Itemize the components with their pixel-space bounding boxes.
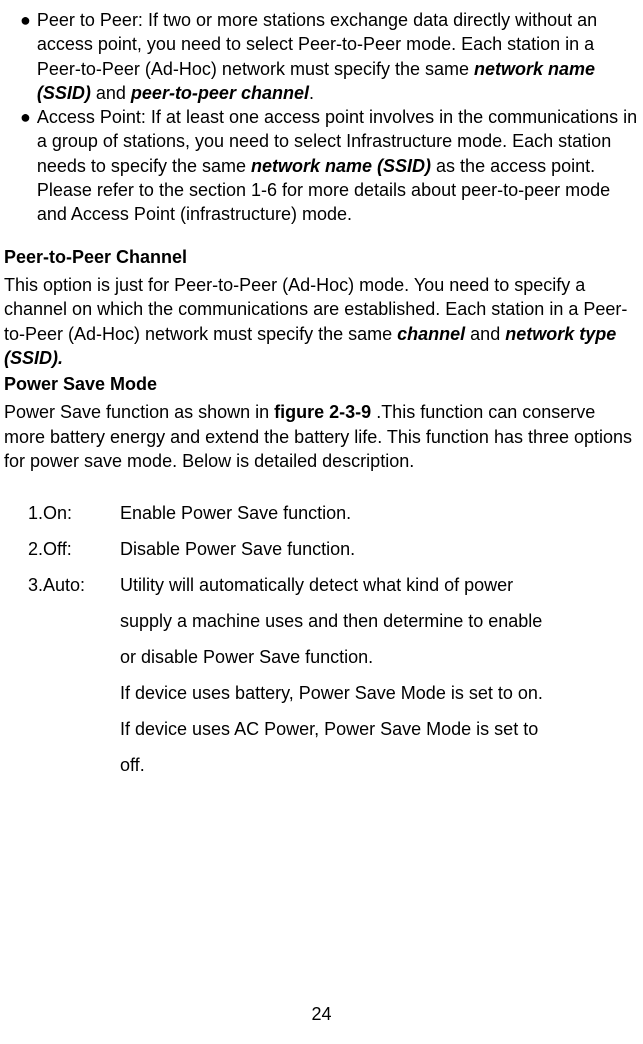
heading-power-save-mode: Power Save Mode (4, 372, 639, 396)
option-auto-line: If device uses AC Power, Power Save Mode… (28, 711, 639, 747)
option-label-empty (28, 639, 120, 675)
option-label-empty (28, 747, 120, 783)
option-auto-line: supply a machine uses and then determine… (28, 603, 639, 639)
paragraph: Power Save function as shown in figure 2… (4, 400, 639, 473)
options-list: 1.On: Enable Power Save function. 2.Off:… (4, 495, 639, 783)
bullet-item-access-point: ● Access Point: If at least one access p… (4, 105, 639, 226)
option-text: or disable Power Save function. (120, 639, 639, 675)
text: and (91, 83, 131, 103)
emphasis-channel: peer-to-peer channel (131, 83, 309, 103)
option-label: 1.On: (28, 495, 120, 531)
emphasis-ssid: network name (SSID) (251, 156, 431, 176)
option-auto-line: If device uses battery, Power Save Mode … (28, 675, 639, 711)
page-number: 24 (0, 1002, 643, 1026)
option-text: Disable Power Save function. (120, 531, 639, 567)
figure-reference: figure 2-3-9 (274, 402, 371, 422)
option-on: 1.On: Enable Power Save function. (28, 495, 639, 531)
option-auto: 3.Auto: Utility will automatically detec… (28, 567, 639, 603)
bullet-dot-icon: ● (20, 105, 31, 226)
emphasis-channel: channel (397, 324, 465, 344)
option-text: off. (120, 747, 639, 783)
option-text: If device uses AC Power, Power Save Mode… (120, 711, 639, 747)
bullet-text: Access Point: If at least one access poi… (37, 105, 639, 226)
heading-peer-to-peer-channel: Peer-to-Peer Channel (4, 245, 639, 269)
option-text: Enable Power Save function. (120, 495, 639, 531)
text: Power Save function as shown in (4, 402, 274, 422)
paragraph: This option is just for Peer-to-Peer (Ad… (4, 273, 639, 370)
bullet-text: Peer to Peer: If two or more stations ex… (37, 8, 639, 105)
document-content: ● Peer to Peer: If two or more stations … (0, 8, 643, 783)
option-text: Utility will automatically detect what k… (120, 567, 639, 603)
text: . (309, 83, 314, 103)
bullet-dot-icon: ● (20, 8, 31, 105)
option-label-empty (28, 603, 120, 639)
option-off: 2.Off: Disable Power Save function. (28, 531, 639, 567)
option-auto-line: off. (28, 747, 639, 783)
bullet-label: Access Point: (37, 107, 146, 127)
option-label-empty (28, 675, 120, 711)
bullet-item-peer-to-peer: ● Peer to Peer: If two or more stations … (4, 8, 639, 105)
option-text: supply a machine uses and then determine… (120, 603, 639, 639)
bullet-label: Peer to Peer: (37, 10, 143, 30)
option-text: If device uses battery, Power Save Mode … (120, 675, 639, 711)
option-label-empty (28, 711, 120, 747)
option-label: 2.Off: (28, 531, 120, 567)
text: and (465, 324, 505, 344)
option-label: 3.Auto: (28, 567, 120, 603)
option-auto-line: or disable Power Save function. (28, 639, 639, 675)
